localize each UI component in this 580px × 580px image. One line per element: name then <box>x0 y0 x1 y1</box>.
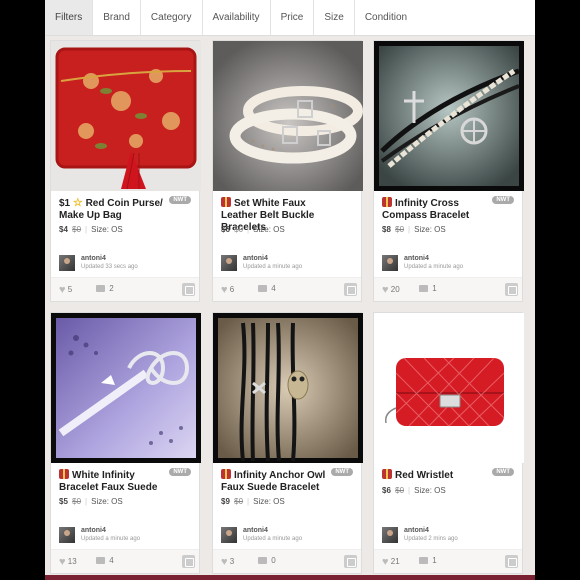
comment-button[interactable]: 4 <box>258 284 276 293</box>
listing-photo[interactable] <box>51 41 201 191</box>
comment-icon <box>96 557 105 564</box>
heart-icon: ♥ <box>382 556 389 568</box>
share-icon[interactable] <box>182 283 195 296</box>
listing-title[interactable]: Infinity Cross Compass Bracelet <box>382 197 492 222</box>
avatar[interactable] <box>59 255 75 271</box>
avatar[interactable] <box>221 255 237 271</box>
listing-stats: ♥ 21 1 <box>374 549 522 573</box>
seller-username[interactable]: antoni4 <box>404 255 429 262</box>
price-line: $8 $0 | Size: OS <box>382 225 446 234</box>
avatar[interactable] <box>221 527 237 543</box>
listing-photo[interactable] <box>374 41 524 191</box>
listing-photo[interactable] <box>51 313 201 463</box>
updated-time: Updated a minute ago <box>81 536 141 542</box>
like-button[interactable]: ♥ 20 <box>382 284 400 296</box>
seller-username[interactable]: antoni4 <box>404 527 429 534</box>
share-icon[interactable] <box>505 283 518 296</box>
bottom-accent-bar <box>45 575 535 580</box>
listing-card[interactable]: Infinity Anchor Owl Faux Suede Bracelet … <box>212 312 363 574</box>
comment-button[interactable]: 1 <box>419 556 437 565</box>
listing-card[interactable]: $1 ☆ Red Coin Purse/ Make Up Bag NWT $4 … <box>50 40 201 302</box>
listing-stats: ♥ 20 1 <box>374 277 522 301</box>
price-line: $9 $0 | Size: OS <box>221 497 285 506</box>
listing-title[interactable]: Red Wristlet <box>382 469 492 482</box>
seller-username[interactable]: antoni4 <box>81 527 106 534</box>
gift-icon <box>221 197 231 207</box>
comment-icon <box>419 285 428 292</box>
avatar[interactable] <box>382 527 398 543</box>
seller-username[interactable]: antoni4 <box>243 255 268 262</box>
share-icon[interactable] <box>344 555 357 568</box>
price-line: $6 $0 | Size: OS <box>382 486 446 495</box>
listing-card[interactable]: Infinity Cross Compass Bracelet NWT $8 $… <box>373 40 524 302</box>
filter-brand[interactable]: Brand <box>93 0 141 35</box>
comment-icon <box>258 557 267 564</box>
nwt-badge: NWT <box>492 468 514 476</box>
comment-button[interactable]: 2 <box>96 284 114 293</box>
share-icon[interactable] <box>344 283 357 296</box>
comment-button[interactable]: 4 <box>96 556 114 565</box>
listing-stats: ♥ 3 0 <box>213 549 361 573</box>
comment-icon <box>419 557 428 564</box>
comment-button[interactable]: 0 <box>258 556 276 565</box>
nwt-badge: NWT <box>169 468 191 476</box>
like-button[interactable]: ♥ 5 <box>59 284 72 296</box>
nwt-badge: NWT <box>169 196 191 204</box>
listing-title[interactable]: Infinity Anchor Owl Faux Suede Bracelet <box>221 469 331 494</box>
filter-filters[interactable]: Filters <box>45 0 94 35</box>
like-button[interactable]: ♥ 3 <box>221 556 234 568</box>
listing-photo[interactable] <box>374 313 524 463</box>
listing-title[interactable]: $1 ☆ Red Coin Purse/ Make Up Bag <box>59 197 169 222</box>
heart-icon: ♥ <box>221 284 228 296</box>
avatar[interactable] <box>59 527 75 543</box>
like-button[interactable]: ♥ 21 <box>382 556 400 568</box>
seller-username[interactable]: antoni4 <box>243 527 268 534</box>
comment-button[interactable]: 1 <box>419 284 437 293</box>
gift-icon <box>221 469 231 479</box>
filter-price[interactable]: Price <box>271 0 315 35</box>
seller-username[interactable]: antoni4 <box>81 255 106 262</box>
gift-icon <box>59 469 69 479</box>
listing-stats: ♥ 5 2 <box>51 277 199 301</box>
listing-stats: ♥ 6 4 <box>213 277 361 301</box>
comment-icon <box>96 285 105 292</box>
price-line: $4 $0 | Size: OS <box>59 225 123 234</box>
updated-time: Updated a minute ago <box>243 536 303 542</box>
share-icon[interactable] <box>505 555 518 568</box>
heart-icon: ♥ <box>221 556 228 568</box>
listing-card[interactable]: White Infinity Bracelet Faux Suede NWT $… <box>50 312 201 574</box>
filter-category[interactable]: Category <box>141 0 203 35</box>
star-icon: ☆ <box>72 197 83 209</box>
screenshot-frame: Filters Brand Category Availability Pric… <box>0 0 580 580</box>
like-button[interactable]: ♥ 6 <box>221 284 234 296</box>
updated-time: Updated 33 secs ago <box>81 264 138 270</box>
price-line: $5 $0 | Size: OS <box>59 497 123 506</box>
listing-photo[interactable] <box>213 313 363 463</box>
updated-time: Updated a minute ago <box>243 264 303 270</box>
like-button[interactable]: ♥ 13 <box>59 556 77 568</box>
price-line: $6 $0 | Size: OS <box>221 225 285 234</box>
listing-photo[interactable] <box>213 41 363 191</box>
listing-card[interactable]: Red Wristlet NWT $6 $0 | Size: OS antoni4 … <box>373 312 524 574</box>
updated-time: Updated a minute ago <box>404 264 464 270</box>
filter-condition[interactable]: Condition <box>355 0 417 35</box>
avatar[interactable] <box>382 255 398 271</box>
listing-card[interactable]: Set White Faux Leather Belt Buckle Brace… <box>212 40 363 302</box>
heart-icon: ♥ <box>59 284 66 296</box>
listing-stats: ♥ 13 4 <box>51 549 199 573</box>
heart-icon: ♥ <box>59 556 66 568</box>
updated-time: Updated 2 mins ago <box>404 536 458 542</box>
filter-size[interactable]: Size <box>314 0 355 35</box>
listing-title[interactable]: White Infinity Bracelet Faux Suede <box>59 469 169 494</box>
gift-icon <box>382 469 392 479</box>
nwt-badge: NWT <box>331 468 353 476</box>
filter-availability[interactable]: Availability <box>203 0 271 35</box>
closet-listing-grid: Filters Brand Category Availability Pric… <box>45 0 535 580</box>
heart-icon: ♥ <box>382 284 389 296</box>
share-icon[interactable] <box>182 555 195 568</box>
nwt-badge: NWT <box>492 196 514 204</box>
comment-icon <box>258 285 267 292</box>
filter-bar: Filters Brand Category Availability Pric… <box>45 0 535 36</box>
gift-icon <box>382 197 392 207</box>
